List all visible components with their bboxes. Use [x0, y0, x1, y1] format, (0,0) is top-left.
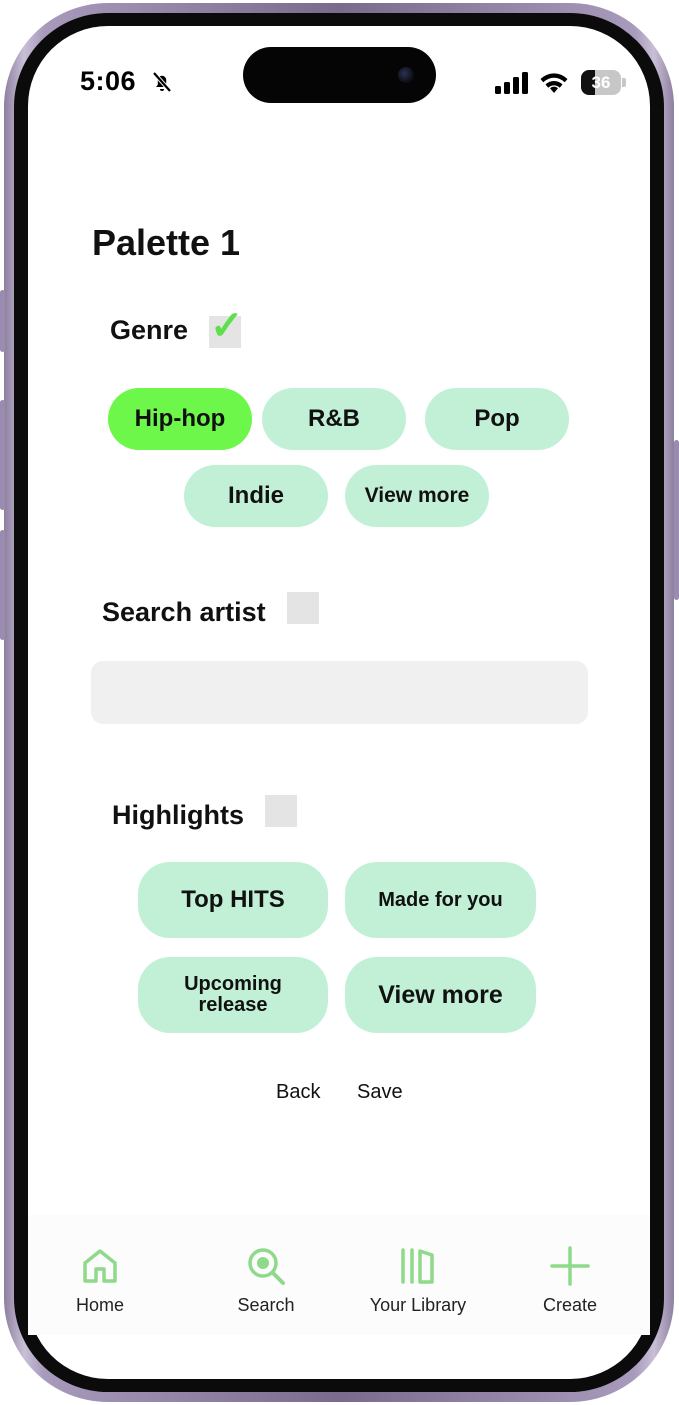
search-artist-input[interactable] — [91, 661, 588, 724]
tab-home-label: Home — [75, 1295, 124, 1315]
highlights-label: Highlights — [112, 800, 244, 830]
checkmark-icon: ✓ — [210, 304, 244, 348]
status-time: 5:06 — [80, 66, 137, 96]
highlights-checkbox[interactable] — [265, 795, 297, 827]
wifi-icon — [540, 73, 568, 93]
save-button[interactable]: Save — [357, 1081, 403, 1104]
tab-your-library-label: Your Library — [369, 1295, 467, 1315]
bell-slash-icon — [152, 71, 172, 93]
search-artist-checkbox[interactable] — [287, 592, 319, 624]
tab-home[interactable]: Home — [40, 1245, 160, 1316]
cellular-signal-icon — [495, 72, 528, 94]
genre-chip-hiphop[interactable]: Hip-hop — [108, 388, 252, 450]
tab-search[interactable]: Search — [206, 1245, 326, 1316]
power-button — [674, 440, 679, 600]
genre-chip-indie[interactable]: Indie — [184, 465, 328, 527]
search-artist-label: Search artist — [102, 597, 266, 627]
battery-percent: 36 — [591, 73, 611, 92]
page-title: Palette 1 — [92, 222, 241, 263]
tab-your-library[interactable]: Your Library — [358, 1245, 478, 1316]
library-icon — [401, 1248, 434, 1284]
action-button — [0, 290, 5, 352]
camera-icon — [398, 67, 414, 83]
highlight-chip-made-for-you[interactable]: Made for you — [345, 862, 536, 938]
plus-icon — [550, 1246, 590, 1286]
tab-create-label: Create — [542, 1295, 598, 1315]
battery-indicator: 36 — [581, 70, 627, 95]
home-icon — [83, 1249, 117, 1283]
back-button[interactable]: Back — [276, 1081, 320, 1104]
highlight-view-more-button[interactable]: View more — [345, 957, 536, 1033]
highlight-chip-top-hits[interactable]: Top HITS — [138, 862, 328, 938]
tab-search-label: Search — [237, 1295, 295, 1315]
genre-view-more-button[interactable]: View more — [345, 465, 489, 527]
tab-create[interactable]: Create — [510, 1245, 630, 1316]
volume-up-button — [0, 400, 5, 510]
genre-chip-pop[interactable]: Pop — [425, 388, 569, 450]
highlight-chip-upcoming-release[interactable]: Upcoming release — [138, 957, 328, 1033]
volume-down-button — [0, 530, 5, 640]
search-icon — [248, 1248, 285, 1285]
genre-label: Genre — [110, 315, 189, 345]
genre-chip-rnb[interactable]: R&B — [262, 388, 406, 450]
